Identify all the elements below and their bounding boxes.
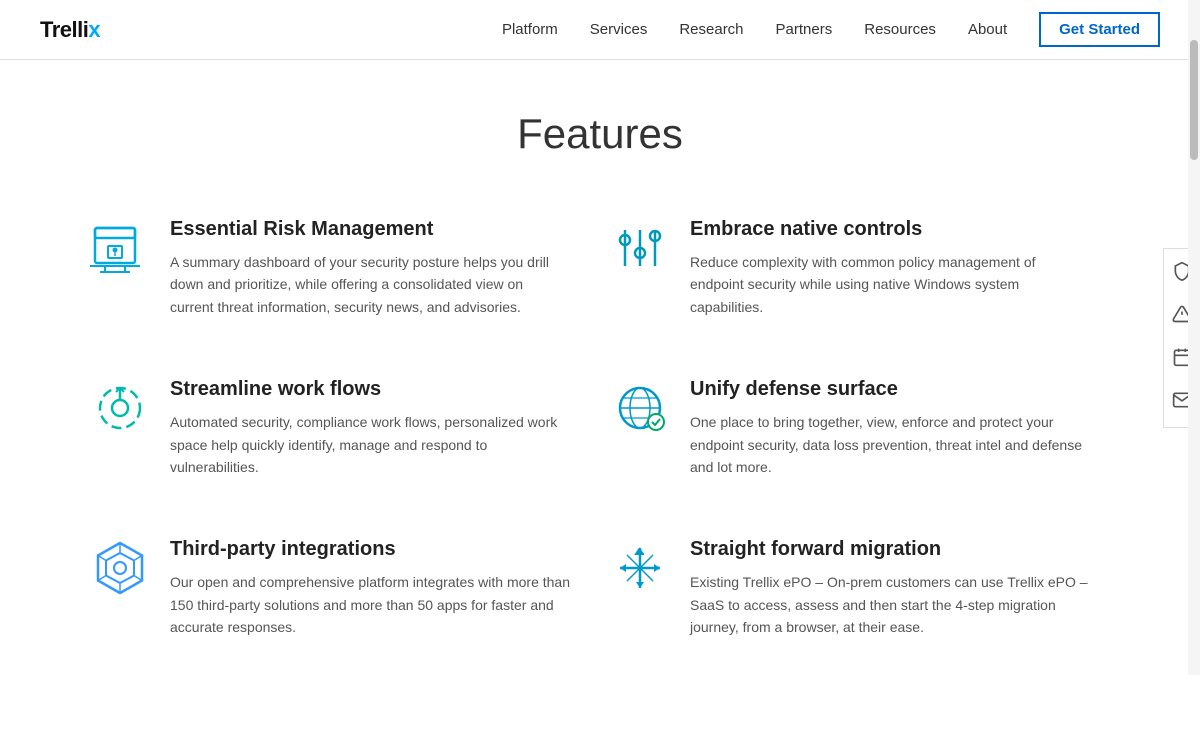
features-grid: Essential Risk Management A summary dash… — [40, 188, 1160, 729]
migration-icon — [610, 538, 670, 598]
essential-risk-icon — [90, 218, 150, 278]
unify-text: Unify defense surface One place to bring… — [690, 378, 1090, 478]
scrollbar[interactable] — [1188, 0, 1200, 675]
logo[interactable]: Trellix — [40, 17, 100, 43]
feature-third-party: Third-party integrations Our open and co… — [80, 508, 600, 668]
essential-risk-title: Essential Risk Management — [170, 218, 570, 241]
streamline-text: Streamline work flows Automated security… — [170, 378, 570, 478]
essential-risk-text: Essential Risk Management A summary dash… — [170, 218, 570, 318]
page-title-section: Features — [0, 60, 1200, 188]
page-title: Features — [0, 110, 1200, 158]
native-controls-text: Embrace native controls Reduce complexit… — [690, 218, 1090, 318]
third-party-text: Third-party integrations Our open and co… — [170, 538, 570, 638]
unify-title: Unify defense surface — [690, 378, 1090, 401]
navbar: Trellix Platform Services Research Partn… — [0, 0, 1200, 60]
nav-partners[interactable]: Partners — [776, 21, 833, 38]
unify-icon — [610, 378, 670, 438]
essential-risk-desc: A summary dashboard of your security pos… — [170, 251, 570, 318]
streamline-desc: Automated security, compliance work flow… — [170, 411, 570, 478]
feature-migration: Straight forward migration Existing Trel… — [600, 508, 1120, 668]
streamline-title: Streamline work flows — [170, 378, 570, 401]
migration-text: Straight forward migration Existing Trel… — [690, 538, 1090, 638]
migration-desc: Existing Trellix ePO – On-prem customers… — [690, 571, 1090, 638]
nav-services[interactable]: Services — [590, 21, 648, 38]
feature-unify: Unify defense surface One place to bring… — [600, 348, 1120, 508]
scrollbar-thumb[interactable] — [1190, 40, 1198, 160]
feature-streamline: Streamline work flows Automated security… — [80, 348, 600, 508]
nav-platform[interactable]: Platform — [502, 21, 558, 38]
native-controls-icon — [610, 218, 670, 278]
feature-essential-risk: Essential Risk Management A summary dash… — [80, 188, 600, 348]
third-party-icon — [90, 538, 150, 598]
nav-about[interactable]: About — [968, 21, 1007, 38]
nav-research[interactable]: Research — [679, 21, 743, 38]
third-party-title: Third-party integrations — [170, 538, 570, 561]
native-controls-title: Embrace native controls — [690, 218, 1090, 241]
nav-links: Platform Services Research Partners Reso… — [502, 21, 1007, 39]
migration-title: Straight forward migration — [690, 538, 1090, 561]
get-started-button[interactable]: Get Started — [1039, 12, 1160, 47]
streamline-icon — [90, 378, 150, 438]
unify-desc: One place to bring together, view, enfor… — [690, 411, 1090, 478]
third-party-desc: Our open and comprehensive platform inte… — [170, 571, 570, 638]
nav-resources[interactable]: Resources — [864, 21, 936, 38]
feature-native-controls: Embrace native controls Reduce complexit… — [600, 188, 1120, 348]
native-controls-desc: Reduce complexity with common policy man… — [690, 251, 1090, 318]
